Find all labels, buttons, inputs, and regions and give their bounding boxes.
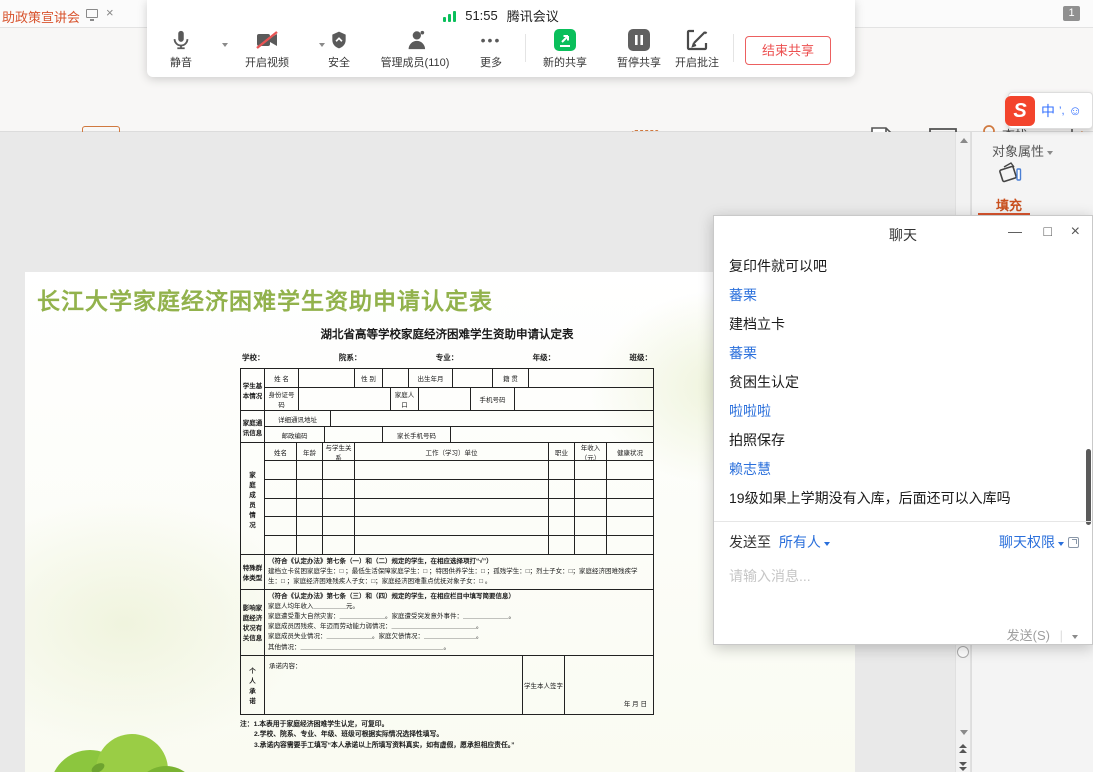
notification-badge[interactable]: 1	[1063, 6, 1080, 21]
popout-icon[interactable]	[1068, 537, 1079, 548]
family-label: 家庭成员情况	[249, 469, 257, 529]
chat-input[interactable]: 请输入消息...	[729, 566, 811, 586]
mute-button[interactable]: 静音	[159, 28, 203, 70]
new-share-button[interactable]: 新的共享	[539, 28, 591, 70]
security-button[interactable]: 安全	[319, 28, 359, 70]
more-dots-icon: •••	[469, 28, 513, 52]
contact-label: 家庭通讯信息	[241, 411, 265, 442]
ime-mode[interactable]: 中	[1041, 101, 1055, 121]
chat-message: 19级如果上学期没有入库，后面还可以入库吗	[729, 484, 1074, 513]
previous-slide-icon[interactable]	[959, 744, 967, 754]
signal-icon	[443, 10, 456, 22]
send-button[interactable]: 发送(S)	[1007, 628, 1050, 643]
meeting-status: 51:55 腾讯会议	[147, 6, 855, 25]
chat-sender[interactable]: 赖志慧	[729, 455, 1074, 484]
chat-permission-button[interactable]: 聊天权限	[999, 532, 1079, 552]
chat-sender[interactable]: 啦啦啦	[729, 397, 1074, 426]
basic-label: 学生基本情况	[241, 369, 265, 410]
tree-illustration	[28, 728, 258, 772]
microphone-icon	[170, 28, 192, 52]
chat-message: 建档立卡	[729, 310, 1074, 339]
more-button[interactable]: ••• 更多	[469, 28, 513, 70]
camera-icon	[255, 29, 279, 51]
chat-sender[interactable]: 蕃栗	[729, 281, 1074, 310]
fill-bucket-icon[interactable]	[996, 160, 1024, 188]
send-options-caret-icon[interactable]	[1072, 635, 1078, 642]
sogou-logo[interactable]: S	[1005, 96, 1035, 126]
chat-message: 复印件就可以吧	[729, 252, 1074, 281]
chat-message: 拍照保存	[729, 426, 1074, 455]
end-share-button[interactable]: 结束共享	[745, 36, 831, 65]
ime-punct[interactable]: ’,	[1059, 105, 1065, 117]
shield-icon	[329, 29, 349, 51]
chat-message: 贫困生认定	[729, 368, 1074, 397]
presentation-monitor-icon[interactable]	[86, 9, 98, 18]
video-button[interactable]: 开启视频	[239, 28, 295, 70]
promise-label: 个人承诺	[249, 665, 257, 705]
scroll-up-icon[interactable]	[960, 138, 968, 143]
ime-bar[interactable]: S 中 ’, ☺	[1008, 92, 1093, 129]
annotate-button[interactable]: 开启批注	[671, 28, 723, 70]
fill-tab[interactable]: 填充	[996, 195, 1022, 214]
divider	[733, 34, 734, 62]
next-slide-icon[interactable]	[959, 762, 967, 772]
form-notes: 注：1.本表用于家庭经济困难学生认定，可复印。 2.学校、院系、专业、年级、班级…	[240, 720, 654, 752]
chat-minimize-button[interactable]: —	[1008, 223, 1022, 239]
chat-maximize-button[interactable]: □	[1044, 223, 1052, 239]
economic-label: 影响家庭经济状况有关信息	[241, 590, 265, 654]
share-screen-icon	[553, 28, 577, 52]
document-tab[interactable]: 助政策宣讲会	[2, 7, 80, 26]
form-table: 学生基本情况 姓 名 性 别 出生年月 籍 贯 身份证号码 家庭人口	[240, 368, 654, 715]
form-title: 湖北省高等学校家庭经济困难学生资助申请认定表	[240, 326, 654, 342]
properties-title[interactable]: 对象属性	[992, 141, 1053, 160]
promise-band: 个人承诺 承诺内容： 学生本人签字 年 月 日	[241, 656, 653, 714]
special-band: 特殊群体类型 （符合《认定办法》第七条（一）和（二）规定的学生，在相应选择项打“…	[241, 555, 653, 590]
divider	[525, 34, 526, 62]
family-band: 家庭成员情况 姓名 年龄 与学生关系 工作（学习）单位 职业 年收入（元） 健康…	[241, 443, 653, 555]
application-form: 湖北省高等学校家庭经济困难学生资助申请认定表 学校：院系：专业：年级：班级： 学…	[240, 326, 654, 751]
chat-close-button[interactable]: ×	[1071, 223, 1080, 241]
manage-members-button[interactable]: 管理成员(110)	[371, 28, 459, 70]
slide-title[interactable]: 长江大学家庭经济困难学生资助申请认定表	[37, 282, 493, 316]
chat-window: 聊天 — □ × 复印件就可以吧 蕃栗 建档立卡 蕃栗 贫困生认定 啦啦啦 拍照…	[713, 215, 1093, 645]
scrollbar-thumb[interactable]	[957, 646, 969, 658]
contact-band: 家庭通讯信息 详细通讯地址 邮政编码 家长手机号码	[241, 411, 653, 443]
meeting-timer: 51:55	[465, 8, 498, 23]
form-head-fields: 学校：院系：专业：年级：班级：	[242, 352, 652, 363]
ime-emoji-icon[interactable]: ☺	[1069, 103, 1082, 118]
annotate-pen-icon	[685, 28, 709, 52]
chat-title: 聊天	[714, 225, 1092, 245]
send-button-row: 发送(S) |	[1007, 625, 1078, 644]
members-icon	[403, 29, 427, 51]
send-to-label: 发送至	[729, 534, 771, 550]
pause-share-button[interactable]: 暂停共享	[613, 28, 665, 70]
send-to-caret-icon[interactable]	[824, 542, 830, 549]
chat-footer: 发送至 所有人 聊天权限 请输入消息... 发送(S) |	[714, 521, 1092, 522]
chat-sender[interactable]: 蕃栗	[729, 339, 1074, 368]
chat-message-list[interactable]: 复印件就可以吧 蕃栗 建档立卡 蕃栗 贫困生认定 啦啦啦 拍照保存 赖志慧 19…	[729, 252, 1074, 513]
economic-band: 影响家庭经济状况有关信息 （符合《认定办法》第七条（三）和（四）规定的学生，在相…	[241, 590, 653, 655]
meeting-control-bar: 51:55 腾讯会议 静音 开启视频 安全 管理成员(110) ••• 更多 新…	[147, 0, 855, 77]
meeting-app-name: 腾讯会议	[507, 6, 559, 25]
mute-dropdown-caret-icon[interactable]	[222, 43, 228, 50]
scroll-down-icon[interactable]	[960, 730, 968, 735]
send-to-select[interactable]: 所有人	[779, 534, 821, 550]
pause-icon	[627, 28, 651, 52]
tab-close-icon[interactable]: ×	[106, 5, 114, 20]
basic-info-band: 学生基本情况 姓 名 性 别 出生年月 籍 贯 身份证号码 家庭人口	[241, 369, 653, 411]
chat-scrollbar-thumb[interactable]	[1086, 449, 1091, 525]
wps-presentation-window: 助政策宣讲会 × 1 插入 设计 未同步 版式 ⟲ 重置 节 0 A A B I…	[0, 0, 1093, 772]
special-label: 特殊群体类型	[241, 555, 265, 589]
